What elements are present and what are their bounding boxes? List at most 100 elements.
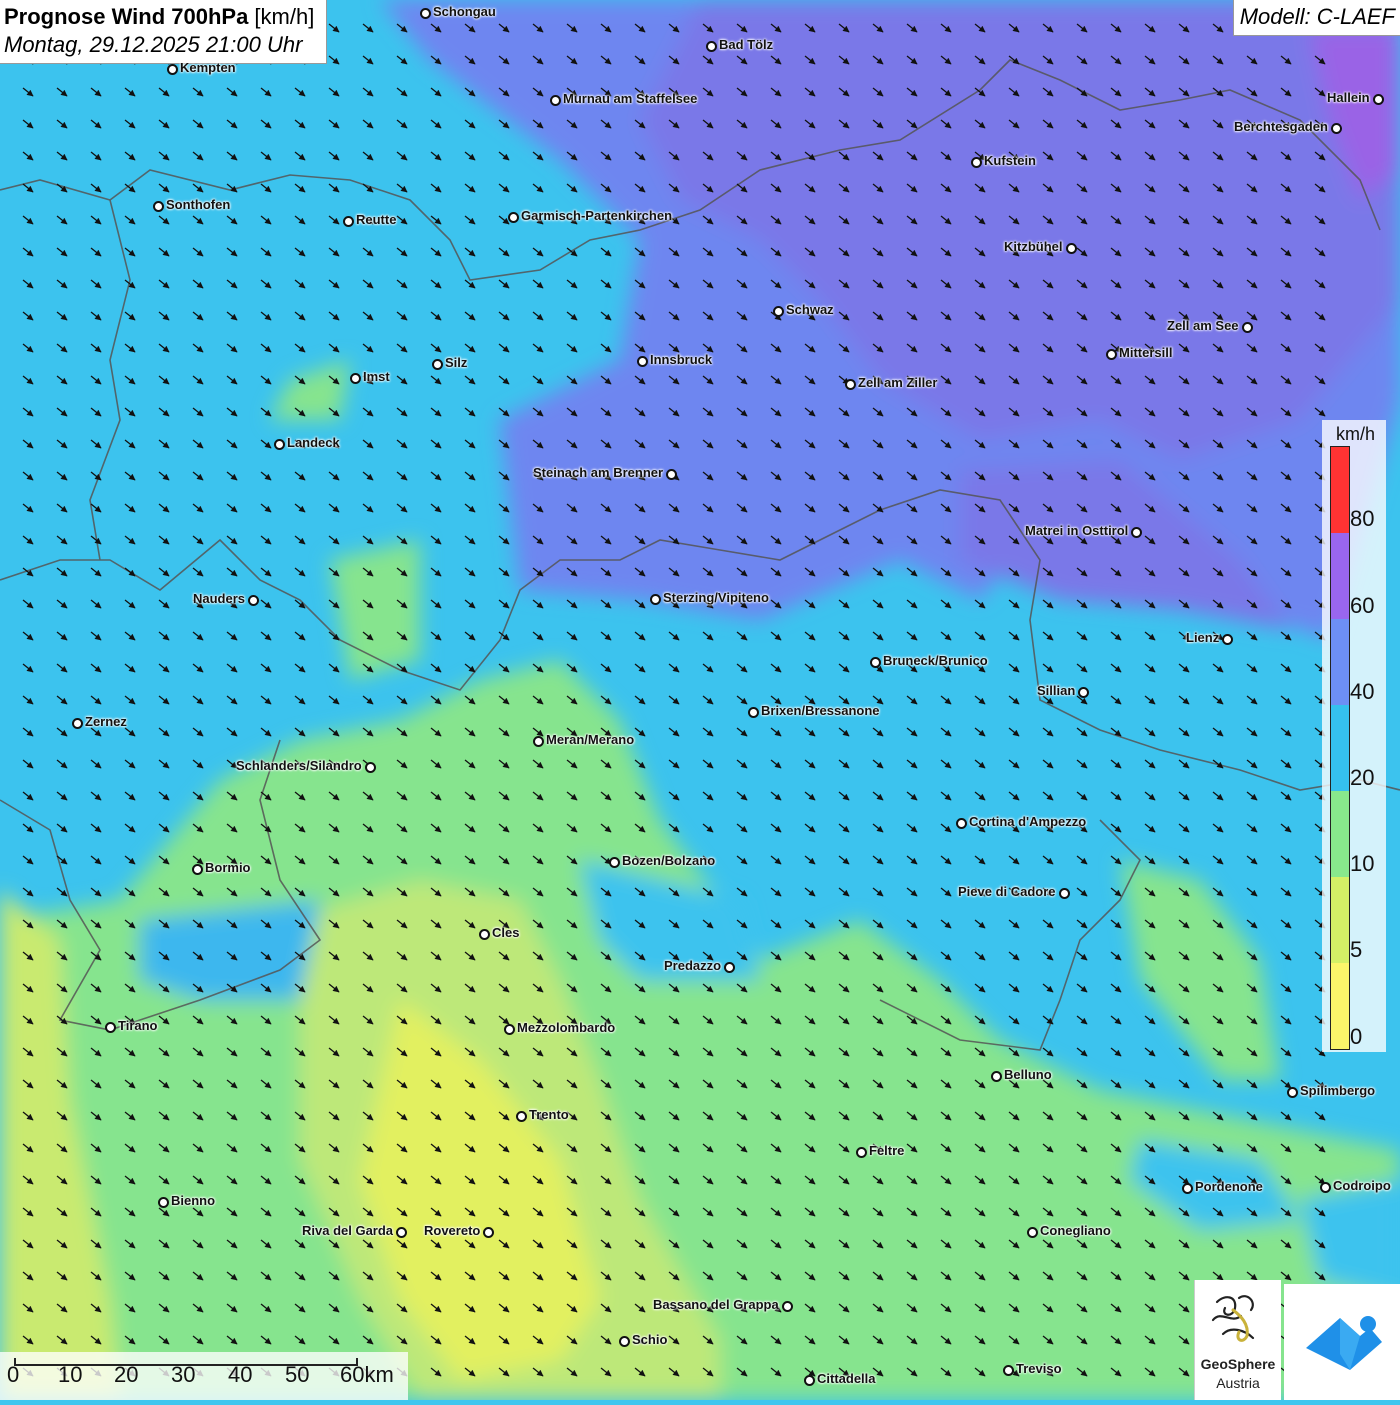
city-label[interactable]: Tirano bbox=[118, 1018, 158, 1033]
map-title-main: Prognose Wind 700hPa bbox=[4, 4, 249, 29]
city-marker bbox=[432, 359, 443, 370]
scale-tick: 50 bbox=[285, 1362, 310, 1387]
city-label[interactable]: Murnau am Staffelsee bbox=[563, 91, 697, 106]
city-marker bbox=[609, 857, 620, 868]
city-marker bbox=[1078, 687, 1089, 698]
city-label[interactable]: Sonthofen bbox=[166, 197, 230, 212]
legend-unit: km/h bbox=[1336, 424, 1376, 444]
city-label[interactable]: Bormio bbox=[205, 860, 251, 875]
city-marker bbox=[105, 1022, 116, 1033]
city-label[interactable]: Zernez bbox=[85, 714, 127, 729]
city-label[interactable]: Spilimbergo bbox=[1300, 1083, 1375, 1098]
geosphere-logo-icon bbox=[1211, 1295, 1255, 1342]
legend-seg-10 bbox=[1331, 791, 1349, 877]
city-label[interactable]: Bozen/Bolzano bbox=[622, 853, 715, 868]
city-label[interactable]: Berchtesgaden bbox=[1234, 119, 1328, 134]
city-label[interactable]: Bienno bbox=[171, 1193, 215, 1208]
city-label[interactable]: Lienz bbox=[1186, 630, 1219, 645]
city-label[interactable]: Bruneck/Brunico bbox=[883, 653, 988, 668]
city-label[interactable]: Schwaz bbox=[786, 302, 834, 317]
city-label[interactable]: Pordenone bbox=[1195, 1179, 1263, 1194]
city-label[interactable]: Schongau bbox=[433, 4, 496, 19]
scale-tick: 20 bbox=[114, 1362, 139, 1387]
city-marker bbox=[666, 469, 677, 480]
city-label[interactable]: Brixen/Bressanone bbox=[761, 703, 880, 718]
city-label[interactable]: Conegliano bbox=[1040, 1223, 1111, 1238]
city-label[interactable]: Rovereto bbox=[424, 1223, 480, 1238]
geosphere-logo-sub: Austria bbox=[1216, 1375, 1260, 1391]
city-label[interactable]: Sillian bbox=[1037, 683, 1075, 698]
city-marker bbox=[619, 1336, 630, 1347]
city-label[interactable]: Codroipo bbox=[1333, 1178, 1391, 1193]
city-label[interactable]: Zell am Ziller bbox=[858, 375, 937, 390]
city-label[interactable]: Belluno bbox=[1004, 1067, 1052, 1082]
city-marker bbox=[1131, 527, 1142, 538]
city-label[interactable]: Bassano del Grappa bbox=[653, 1297, 779, 1312]
city-marker bbox=[782, 1301, 793, 1312]
city-label[interactable]: Zell am See bbox=[1167, 318, 1239, 333]
city-label[interactable]: Kitzbühel bbox=[1004, 239, 1063, 254]
scale-tick: 10 bbox=[58, 1362, 83, 1387]
city-label[interactable]: Schio bbox=[632, 1332, 667, 1347]
city-label[interactable]: Garmisch-Partenkirchen bbox=[521, 208, 672, 223]
city-marker bbox=[533, 736, 544, 747]
weather-app-logo[interactable] bbox=[1284, 1284, 1400, 1400]
city-marker bbox=[504, 1024, 515, 1035]
city-marker bbox=[1222, 634, 1233, 645]
city-marker bbox=[1373, 94, 1384, 105]
city-label[interactable]: Riva del Garda bbox=[302, 1223, 393, 1238]
map-title-unit: [km/h] bbox=[248, 4, 315, 29]
city-label[interactable]: Kufstein bbox=[984, 153, 1036, 168]
city-label[interactable]: Reutte bbox=[356, 212, 396, 227]
city-marker bbox=[971, 157, 982, 168]
city-marker bbox=[479, 929, 490, 940]
city-label[interactable]: Mittersill bbox=[1119, 345, 1172, 360]
city-marker bbox=[483, 1227, 494, 1238]
city-label[interactable]: Silz bbox=[445, 355, 467, 370]
city-label[interactable]: Schlanders/Silandro bbox=[236, 758, 362, 773]
city-label[interactable]: Hallein bbox=[1327, 90, 1370, 105]
city-label[interactable]: Imst bbox=[363, 369, 390, 384]
city-label[interactable]: Steinach am Brenner bbox=[533, 465, 663, 480]
city-label[interactable]: Innsbruck bbox=[650, 352, 712, 367]
scale-bar: 0 10 20 30 40 50 60km bbox=[0, 1352, 408, 1400]
city-marker bbox=[1059, 888, 1070, 899]
legend-seg-5 bbox=[1331, 877, 1349, 963]
geosphere-logo-name: GeoSphere bbox=[1200, 1356, 1276, 1372]
city-label[interactable]: Nauders bbox=[193, 591, 245, 606]
scale-tick: 60km bbox=[340, 1362, 394, 1387]
city-marker bbox=[192, 864, 203, 875]
map-title: Prognose Wind 700hPa [km/h] bbox=[4, 4, 314, 30]
city-marker bbox=[1287, 1087, 1298, 1098]
city-label[interactable]: Bad Tölz bbox=[719, 37, 773, 52]
city-marker bbox=[550, 95, 561, 106]
city-label[interactable]: Cles bbox=[492, 925, 519, 940]
city-label[interactable]: Sterzing/Vipiteno bbox=[663, 590, 769, 605]
city-label[interactable]: Cittadella bbox=[817, 1371, 876, 1386]
city-label[interactable]: Matrei in Osttirol bbox=[1025, 523, 1128, 538]
city-marker bbox=[870, 657, 881, 668]
city-label[interactable]: Cortina d'Ampezzo bbox=[969, 814, 1086, 829]
city-label[interactable]: Feltre bbox=[869, 1143, 904, 1158]
city-label[interactable]: Pieve di Cadore bbox=[958, 884, 1056, 899]
geosphere-logo[interactable]: GeoSphere Austria bbox=[1194, 1280, 1281, 1400]
city-marker bbox=[1242, 322, 1253, 333]
city-label[interactable]: Trento bbox=[529, 1107, 569, 1122]
city-marker bbox=[856, 1147, 867, 1158]
city-marker bbox=[804, 1375, 815, 1386]
city-marker bbox=[420, 8, 431, 19]
city-label[interactable]: Treviso bbox=[1016, 1361, 1062, 1376]
city-marker bbox=[956, 818, 967, 829]
scale-tick: 30 bbox=[171, 1362, 196, 1387]
city-label[interactable]: Kempten bbox=[180, 60, 236, 75]
city-label[interactable]: Meran/Merano bbox=[546, 732, 634, 747]
city-label[interactable]: Landeck bbox=[287, 435, 340, 450]
city-marker bbox=[1331, 123, 1342, 134]
legend-tick: 80 bbox=[1350, 506, 1375, 531]
city-marker bbox=[167, 64, 178, 75]
city-label[interactable]: Predazzo bbox=[664, 958, 721, 973]
city-marker bbox=[724, 962, 735, 973]
city-label[interactable]: Mezzolombardo bbox=[517, 1020, 615, 1035]
city-marker bbox=[845, 379, 856, 390]
city-marker bbox=[153, 201, 164, 212]
